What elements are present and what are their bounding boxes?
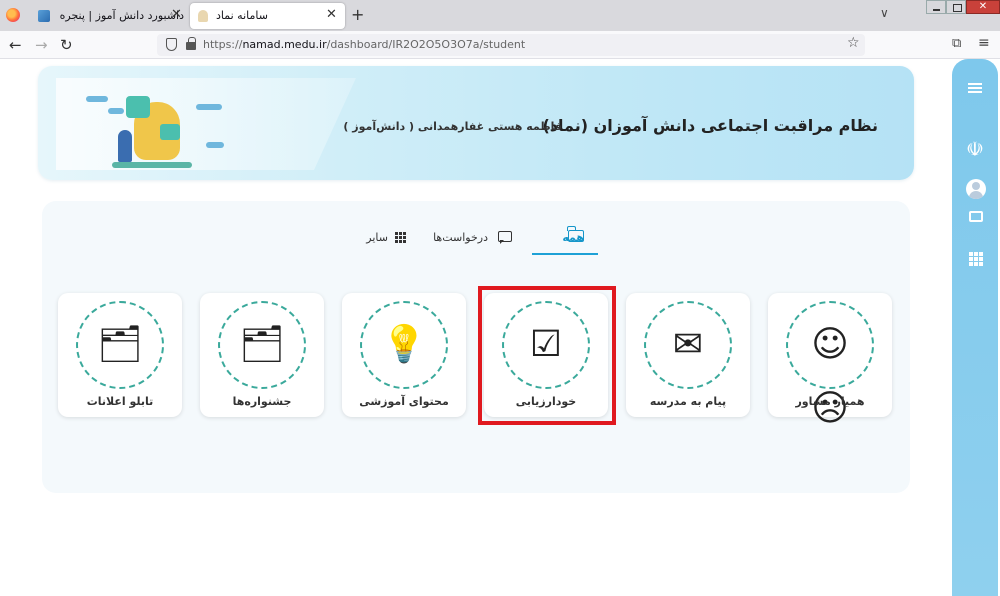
card-notice-board[interactable]: 🗂 تابلو اعلانات	[58, 293, 182, 417]
puzzle-piece-icon	[160, 124, 180, 140]
counselor-icon: ☺☹	[811, 324, 849, 429]
cloud-icon	[86, 96, 108, 102]
tab-list-chevron-icon[interactable]: ∨	[880, 6, 889, 20]
tab-all[interactable]: همه	[532, 225, 598, 255]
tab-favicon-icon	[198, 10, 208, 22]
folders-icon: 🗂	[97, 324, 143, 365]
tab-close-icon[interactable]: ✕	[171, 7, 182, 22]
extensions-icon[interactable]: ⧉	[952, 36, 961, 51]
page-content: ☫ نظام مراقبت اجتماعی دانش آموزان (نماد)…	[0, 59, 1000, 596]
emblem-logo-icon[interactable]: ☫	[952, 137, 998, 161]
card-festivals[interactable]: 🗂 جشنواره‌ها	[200, 293, 324, 417]
card-educational-content[interactable]: 💡 محتوای آموزشی	[342, 293, 466, 417]
lock-icon[interactable]	[186, 37, 196, 50]
forward-arrow-icon[interactable]: →	[35, 36, 48, 54]
tab-requests[interactable]: درخواست‌ها	[433, 225, 518, 255]
firefox-logo-icon[interactable]	[6, 8, 20, 22]
window-close-button[interactable]: ✕	[966, 0, 1000, 14]
tab-label: همه	[562, 231, 584, 244]
cloud-icon	[206, 142, 224, 148]
card-label: پیام به مدرسه	[649, 395, 727, 408]
highlight-box	[478, 286, 616, 425]
card-label: تابلو اعلانات	[86, 395, 154, 408]
window-minimize-button[interactable]	[926, 0, 946, 14]
cloud-icon	[108, 108, 124, 114]
address-bar[interactable]: https://namad.medu.ir/dashboard/IR2O2O5O…	[157, 34, 865, 56]
bulb-book-icon: 💡	[381, 324, 427, 365]
back-arrow-icon[interactable]: ←	[9, 36, 22, 54]
new-tab-button[interactable]: +	[351, 5, 364, 24]
browser-tab-namad[interactable]: سامانه نماد ✕	[190, 3, 345, 29]
app-menu-icon[interactable]: ≡	[978, 35, 990, 51]
tab-label: سایر	[366, 231, 388, 244]
ground-illustration	[112, 162, 192, 168]
bookmark-star-icon[interactable]: ☆	[847, 35, 860, 51]
tab-label: درخواست‌ها	[433, 231, 488, 244]
banner-illustration	[56, 78, 356, 170]
chat-icon	[498, 231, 512, 242]
messages-icon[interactable]	[969, 211, 983, 222]
card-label: همیار مشاور	[795, 395, 865, 408]
url-prefix: https://	[203, 38, 243, 51]
tab-other[interactable]: سایر	[364, 225, 410, 255]
url-domain: namad.medu.ir	[242, 38, 327, 51]
header-banner: نظام مراقبت اجتماعی دانش آموزان (نماد) ف…	[38, 66, 914, 180]
card-label: جشنواره‌ها	[232, 395, 292, 408]
card-counselor-assistant[interactable]: ☺☹ همیار مشاور	[768, 293, 892, 429]
apps-grid-icon[interactable]	[969, 252, 983, 266]
folders-icon: 🗂	[239, 324, 285, 365]
side-navigation-rail: ☫	[952, 59, 998, 596]
reload-icon[interactable]: ↻	[60, 36, 73, 54]
services-panel: همه درخواست‌ها سایر ☺☹	[42, 201, 910, 493]
tab-favicon-icon	[38, 10, 50, 22]
puzzle-piece-icon	[126, 96, 150, 118]
grid-icon	[395, 232, 406, 243]
card-label: محتوای آموزشی	[359, 395, 449, 408]
category-tabs: همه درخواست‌ها سایر	[42, 201, 910, 261]
tab-title: داشبورد دانش آموز | پنجره واحد خدمات	[56, 9, 184, 22]
page-title: نظام مراقبت اجتماعی دانش آموزان (نماد)	[542, 116, 878, 135]
url-path: /dashboard/IR2O2O5O3O7a/student	[326, 38, 526, 51]
navigation-toolbar: ← → ↻ https://namad.medu.ir/dashboard/IR…	[0, 31, 1000, 59]
hamburger-menu-icon[interactable]	[952, 81, 998, 95]
shield-icon[interactable]	[166, 38, 177, 51]
user-avatar-icon[interactable]	[966, 179, 986, 199]
card-message-to-school[interactable]: ✉ پیام به مدرسه	[626, 293, 750, 417]
cloud-icon	[196, 104, 222, 110]
tab-close-icon[interactable]: ✕	[326, 7, 337, 22]
url-text[interactable]: https://namad.medu.ir/dashboard/IR2O2O5O…	[203, 38, 525, 51]
tab-title: سامانه نماد	[216, 9, 268, 22]
window-maximize-button[interactable]	[946, 0, 966, 14]
user-name-label: فاطمه هستی غفارهمدانی ( دانش‌آموز )	[343, 120, 562, 133]
browser-tab-strip: داشبورد دانش آموز | پنجره واحد خدمات ✕ س…	[0, 0, 1000, 31]
browser-tab-student-dashboard[interactable]: داشبورد دانش آموز | پنجره واحد خدمات ✕	[30, 3, 190, 29]
person-illustration	[118, 130, 132, 162]
ballot-icon: ✉	[672, 324, 704, 365]
